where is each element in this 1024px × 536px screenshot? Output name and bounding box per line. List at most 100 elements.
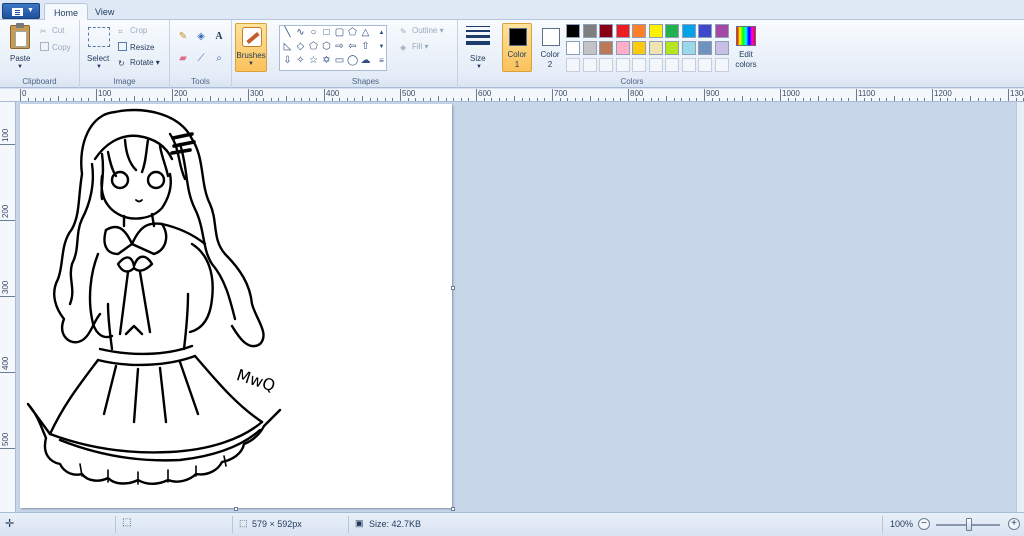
palette-color-swatch[interactable] <box>648 41 663 55</box>
shapes-gallery[interactable]: ╲ ∿ ○ □ ▢ ⬠ △ ◺ ◇ ⬠ ⬡ ⇨ ⇦ ⇧ ⇩ ✧ ☆ ✡ ▭ ◯ <box>279 25 387 71</box>
palette-color-swatch[interactable] <box>714 41 729 55</box>
ruler-minor-tick <box>848 98 850 101</box>
zoom-out-button[interactable]: − <box>918 518 930 530</box>
ruler-minor-tick <box>514 96 515 101</box>
scroll-down-icon[interactable]: ▼ <box>376 42 387 52</box>
four-point-star-shape-icon[interactable]: ✧ <box>295 56 306 66</box>
eraser-icon[interactable]: ▰ <box>176 52 190 66</box>
palette-color-swatch[interactable] <box>566 24 580 38</box>
palette-empty-swatch[interactable] <box>615 58 630 72</box>
pencil-icon[interactable]: ✎ <box>176 30 190 44</box>
crop-button[interactable]: ⌗ Crop <box>118 26 147 36</box>
size-button[interactable]: Size ▼ <box>462 22 496 74</box>
palette-color-swatch[interactable] <box>648 24 663 38</box>
polygon-shape-icon[interactable]: ⬠ <box>347 28 358 38</box>
palette-empty-swatch[interactable] <box>714 58 729 72</box>
rotate-button[interactable]: ↻ Rotate ▾ <box>118 58 160 68</box>
palette-empty-swatch[interactable] <box>566 58 580 72</box>
ruler-minor-tick <box>164 98 166 101</box>
color2-button[interactable]: Color 2 <box>535 23 565 72</box>
magnifier-icon[interactable]: ⌕ <box>212 52 226 66</box>
zoom-in-button[interactable]: + <box>1008 518 1020 530</box>
palette-empty-swatch[interactable] <box>582 58 597 72</box>
scroll-up-icon[interactable]: ▲ <box>376 28 387 38</box>
drawing-canvas[interactable]: MwQ <box>20 104 452 508</box>
color-picker-icon[interactable]: ⟋ <box>194 52 208 66</box>
palette-empty-swatch[interactable] <box>599 58 613 72</box>
palette-color-swatch[interactable] <box>582 24 597 38</box>
hexagon-shape-icon[interactable]: ⬡ <box>321 42 332 52</box>
brushes-button[interactable]: Brushes ▼ <box>235 23 267 72</box>
color1-button[interactable]: Color 1 <box>502 23 532 72</box>
pentagon-shape-icon[interactable]: ⬠ <box>308 42 319 52</box>
right-triangle-shape-icon[interactable]: ◺ <box>282 42 293 52</box>
resize-handle-right[interactable] <box>451 286 455 290</box>
fill-button[interactable]: ◈ Fill ▾ <box>400 42 428 52</box>
copy-button[interactable]: Copy <box>40 42 71 52</box>
palette-empty-swatch[interactable] <box>681 58 696 72</box>
palette-color-swatch[interactable] <box>566 41 580 55</box>
app-menu-button[interactable]: ▼ <box>2 3 40 19</box>
ruler-minor-tick <box>392 98 394 101</box>
crop-label: Crop <box>130 26 148 35</box>
tab-view[interactable]: View <box>86 3 123 21</box>
palette-color-swatch[interactable] <box>714 24 729 38</box>
palette-color-swatch[interactable] <box>582 41 597 55</box>
expand-gallery-icon[interactable]: ≡ <box>376 56 387 66</box>
waist-line-top <box>98 344 194 356</box>
zoom-slider-thumb[interactable] <box>966 518 972 531</box>
palette-color-swatch[interactable] <box>615 41 630 55</box>
rectangle-shape-icon[interactable]: □ <box>321 28 332 38</box>
resize-handle-corner[interactable] <box>451 507 455 511</box>
cloud-callout-shape-icon[interactable]: ☁ <box>360 56 371 66</box>
down-arrow-shape-icon[interactable]: ⇩ <box>282 56 293 66</box>
palette-color-swatch[interactable] <box>665 41 679 55</box>
ruler-minor-tick <box>688 98 690 101</box>
curve-shape-icon[interactable]: ∿ <box>295 28 306 38</box>
palette-color-swatch[interactable] <box>698 41 712 55</box>
select-button[interactable]: Select ▼ <box>84 22 114 74</box>
palette-color-swatch[interactable] <box>665 24 679 38</box>
resize-handle-bottom[interactable] <box>234 507 238 511</box>
rounded-rectangle-shape-icon[interactable]: ▢ <box>334 28 345 38</box>
tab-home[interactable]: Home <box>44 3 89 21</box>
palette-empty-swatch[interactable] <box>665 58 679 72</box>
palette-empty-swatch[interactable] <box>632 58 646 72</box>
palette-color-swatch[interactable] <box>681 41 696 55</box>
resize-button[interactable]: Resize <box>118 42 154 52</box>
ruler-minor-tick <box>544 98 546 101</box>
fill-bucket-icon[interactable]: ◈ <box>194 30 208 44</box>
vertical-scrollbar[interactable] <box>1016 102 1024 512</box>
edit-colors-button[interactable]: Edit colors <box>733 24 759 70</box>
right-arrow-shape-icon[interactable]: ⇨ <box>334 42 345 52</box>
ruler-minor-tick <box>217 98 219 101</box>
palette-color-swatch[interactable] <box>599 41 613 55</box>
palette-empty-swatch[interactable] <box>698 58 712 72</box>
palette-color-swatch[interactable] <box>681 24 696 38</box>
palette-color-swatch[interactable] <box>698 24 712 38</box>
diamond-shape-icon[interactable]: ◇ <box>295 42 306 52</box>
cut-button[interactable]: ✂ Cut <box>40 26 64 36</box>
callout-oval-shape-icon[interactable]: ◯ <box>347 56 358 66</box>
ruler-minor-tick <box>810 98 812 101</box>
text-icon[interactable]: A <box>212 30 226 44</box>
palette-color-swatch[interactable] <box>615 24 630 38</box>
ribbon-tails <box>118 270 152 336</box>
left-arrow-shape-icon[interactable]: ⇦ <box>347 42 358 52</box>
six-point-star-shape-icon[interactable]: ✡ <box>321 56 332 66</box>
line-shape-icon[interactable]: ╲ <box>282 28 293 38</box>
palette-color-swatch[interactable] <box>599 24 613 38</box>
paste-button[interactable]: Paste ▼ <box>4 22 34 74</box>
palette-color-swatch[interactable] <box>632 24 646 38</box>
triangle-shape-icon[interactable]: △ <box>360 28 371 38</box>
palette-color-swatch[interactable] <box>632 41 646 55</box>
ruler-minor-tick <box>362 96 363 101</box>
cut-label: Cut <box>52 26 65 35</box>
oval-shape-icon[interactable]: ○ <box>308 28 319 38</box>
outline-button[interactable]: ✎ Outline ▾ <box>400 26 444 36</box>
up-arrow-shape-icon[interactable]: ⇧ <box>360 42 371 52</box>
ruler-minor-tick <box>582 98 584 101</box>
callout-rectangle-shape-icon[interactable]: ▭ <box>334 56 345 66</box>
five-point-star-shape-icon[interactable]: ☆ <box>308 56 319 66</box>
palette-empty-swatch[interactable] <box>648 58 663 72</box>
